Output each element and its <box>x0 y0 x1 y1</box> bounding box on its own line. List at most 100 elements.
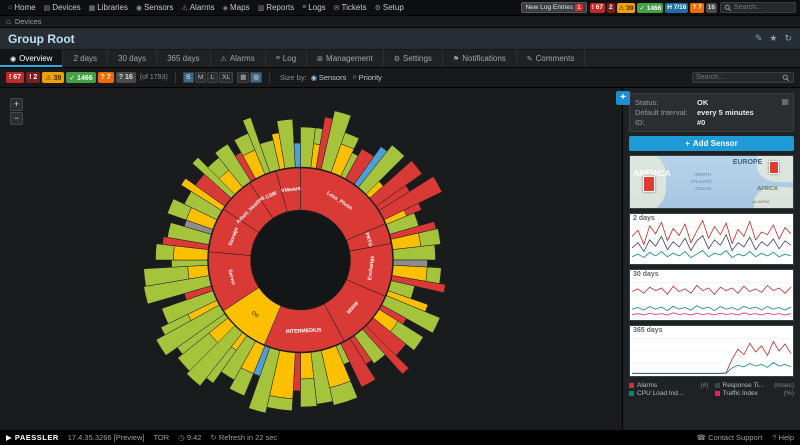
calendar-icon: ▦ <box>781 97 789 106</box>
status-bar: ▶ PAESSLER 17.4.35.3266 [Preview] TOR ◷ … <box>0 430 800 445</box>
sensor-count-down-acknowledged[interactable]: ! 2 <box>26 72 40 83</box>
alarms-icon: ⚠ <box>181 4 187 12</box>
nav-item-maps[interactable]: ◈Maps <box>219 0 254 16</box>
tab-notifications[interactable]: ⚑Notifications <box>443 50 517 67</box>
sensor-count-warning[interactable]: ⚠ 39 <box>42 72 64 83</box>
sensor-count-down[interactable]: ! 67 <box>6 72 24 83</box>
map-cluster-marker[interactable] <box>643 176 655 192</box>
top-navigation: ⌂Home▤Devices▦Libraries◉Sensors⚠Alarms◈M… <box>0 0 800 16</box>
nav-item-home[interactable]: ⌂Home <box>4 0 40 16</box>
breadcrumb-devices[interactable]: Devices <box>15 17 42 26</box>
legend-response-ti: Response Ti...(msec) <box>715 382 795 389</box>
sunburst-segment[interactable] <box>301 378 317 407</box>
tab-settings[interactable]: ⚙Settings <box>384 50 443 67</box>
nav-item-logs[interactable]: ≡Logs <box>298 0 329 16</box>
refresh-icon[interactable]: ↻ <box>784 33 792 44</box>
reports-icon: ▥ <box>258 4 265 12</box>
size-by-priority[interactable]: ○Priority <box>352 73 382 82</box>
status-row: ID:#0 <box>635 118 788 127</box>
status-badge-down[interactable]: ! 67 <box>590 3 605 13</box>
paessler-logo[interactable]: ▶ PAESSLER <box>6 433 59 442</box>
sunburst-segment[interactable] <box>294 143 301 167</box>
tab-365-days[interactable]: 365 days <box>157 50 210 67</box>
status-badge-unknown[interactable]: 16 <box>706 3 717 13</box>
legend-swatch <box>629 383 634 388</box>
edit-icon[interactable]: ✎ <box>755 33 763 44</box>
nav-item-sensors[interactable]: ◉Sensors <box>132 0 177 16</box>
sunburst-chart[interactable]: Loss_PhotoPRTGExchangeWWWINTERMEDIUSOSSe… <box>0 88 622 430</box>
nav-item-devices[interactable]: ▤Devices <box>40 0 85 16</box>
nav-item-tickets[interactable]: ✉Tickets <box>330 0 371 16</box>
treemap-view-button[interactable]: ▦ <box>237 72 249 83</box>
sensor-count-up[interactable]: ✓ 1466 <box>66 72 95 83</box>
sunburst-segment[interactable] <box>426 267 442 284</box>
global-search[interactable] <box>720 2 796 13</box>
sunburst-segment[interactable] <box>156 244 175 260</box>
chart-search[interactable] <box>692 72 794 83</box>
nav-item-reports[interactable]: ▥Reports <box>254 0 299 16</box>
tab-comments[interactable]: ✎Comments <box>517 50 586 67</box>
zoom-out-button[interactable]: − <box>10 112 23 125</box>
graph-legend: Alarms(#)Response Ti...(msec)CPU Load In… <box>629 382 794 397</box>
status-badge-warning[interactable]: ⚠ 39 <box>617 3 636 13</box>
nav-item-libraries[interactable]: ▦Libraries <box>85 0 132 16</box>
legend-traffic-index: Traffic Index(%) <box>715 390 795 397</box>
geo-map[interactable]: AMERICAEUROPENORTHATLANTICOCEANAFRICAALG… <box>629 155 794 209</box>
size-button-s[interactable]: S <box>183 72 194 83</box>
home-icon[interactable]: ⌂ <box>6 17 11 26</box>
map-label-europe: EUROPE <box>733 159 763 166</box>
status-row: Default Interval:every 5 minutes <box>635 108 788 117</box>
zoom-in-button[interactable]: + <box>10 98 23 111</box>
node-label: TOR <box>153 433 169 442</box>
status-badge-paused[interactable]: H 7/16 <box>665 3 688 13</box>
mini-graphs: 2 days30 days 365 days <box>629 213 794 377</box>
status-badge-up[interactable]: ✓ 1466 <box>637 3 663 13</box>
tab-2-days[interactable]: 2 days <box>63 50 108 67</box>
help-link[interactable]: ? Help <box>772 433 794 442</box>
nav-item-alarms[interactable]: ⚠Alarms <box>177 0 218 16</box>
add-sensor-button[interactable]: + Add Sensor <box>629 136 794 151</box>
tickets-icon: ✉ <box>334 4 340 12</box>
nav-item-setup[interactable]: ⚙Setup <box>371 0 408 16</box>
size-by-sensors[interactable]: ◉Sensors <box>311 73 347 82</box>
tab-30-days[interactable]: 30 days <box>108 50 157 67</box>
tab-management[interactable]: ⊞Management <box>307 50 384 67</box>
tab-alarms[interactable]: ⚠Alarms <box>211 50 266 67</box>
main-menu: ⌂Home▤Devices▦Libraries◉Sensors⚠Alarms◈M… <box>4 0 408 16</box>
tab-overview[interactable]: ◉Overview <box>0 50 63 67</box>
global-search-input[interactable] <box>734 4 792 11</box>
status-row: Status:OK <box>635 98 788 107</box>
priority-icon[interactable]: ★ <box>769 33 777 44</box>
new-log-entries-button[interactable]: New Log Entries 1 <box>521 2 586 13</box>
divider <box>269 72 270 84</box>
status-badge-down-acknowledged[interactable]: 2 <box>607 3 615 13</box>
server-time: ◷ 9:42 <box>178 433 201 442</box>
sensor-count-unusual[interactable]: ? 7 <box>98 72 114 83</box>
sensor-status-badges: ! 672⚠ 39✓ 1466H 7/16? 716 <box>590 3 717 13</box>
sensors-icon: ◉ <box>136 4 142 12</box>
map-cluster-marker[interactable] <box>769 161 779 174</box>
sunburst-view-button[interactable]: ◎ <box>250 72 262 83</box>
size-button-l[interactable]: L <box>207 72 218 83</box>
graph-30-days[interactable]: 30 days <box>629 269 794 321</box>
chart-search-input[interactable] <box>696 74 780 81</box>
tab-log[interactable]: ≡Log <box>266 50 307 67</box>
status-badge-unusual[interactable]: ? 7 <box>690 3 703 13</box>
contact-support-link[interactable]: ☎ Contact Support <box>697 433 763 442</box>
size-button-m[interactable]: M <box>195 72 206 83</box>
sidebar-toggle-button[interactable]: + <box>616 91 630 105</box>
size-button-xl[interactable]: XL <box>219 72 233 83</box>
maps-icon: ◈ <box>223 4 228 12</box>
page-header: Group Root ✎★↻ <box>0 28 800 50</box>
details-sidebar: + Status:OKDefault Interval:every 5 minu… <box>622 88 800 430</box>
graph-365-days[interactable]: 365 days <box>629 325 794 377</box>
sunburst-center[interactable] <box>252 211 350 309</box>
sensor-count-unknown[interactable]: ? 16 <box>116 72 136 83</box>
refresh-status[interactable]: ↻ Refresh in 22 sec <box>210 433 277 442</box>
graph-title: 365 days <box>633 327 663 334</box>
legend-swatch <box>715 383 720 388</box>
graph-2-days[interactable]: 2 days <box>629 213 794 265</box>
help-icon: ? <box>772 433 776 442</box>
divider <box>175 72 176 84</box>
settings-tab-icon: ⚙ <box>394 55 400 63</box>
